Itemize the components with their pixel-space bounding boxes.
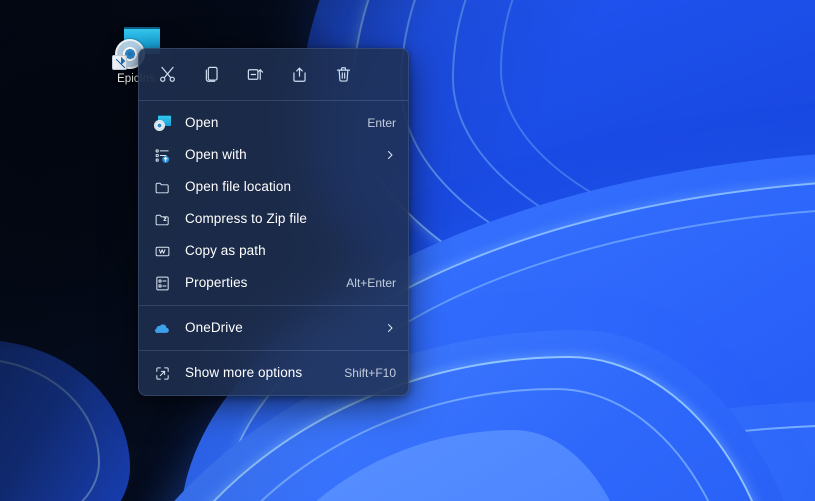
delete-button[interactable] [321,57,365,93]
context-menu[interactable]: Open Enter Open with Open file location … [138,48,409,396]
onedrive-cloud-icon [153,319,171,337]
menu-item-open[interactable]: Open Enter [139,107,408,139]
menu-group-more: Show more options Shift+F10 [139,351,408,395]
shortcut-arrow-badge-icon [112,55,127,70]
zip-folder-icon [153,210,171,228]
menu-item-open-file-location[interactable]: Open file location [139,171,408,203]
menu-item-copy-as-path[interactable]: Copy as path [139,235,408,267]
menu-item-label: Show more options [185,365,303,380]
chevron-right-icon [384,149,396,161]
menu-item-label: Open file location [185,179,292,194]
menu-item-properties[interactable]: Properties Alt+Enter [139,267,408,299]
copy-icon [202,65,221,84]
menu-item-label: Open [185,115,219,130]
rename-icon [246,65,265,84]
trash-icon [334,65,353,84]
menu-item-show-more-options[interactable]: Show more options Shift+F10 [139,357,408,389]
properties-icon [153,274,171,292]
desktop[interactable]: EpicIns Open Enter Open with Open file l… [0,0,815,501]
copy-button[interactable] [189,57,233,93]
menu-item-label: Properties [185,275,248,290]
menu-item-accelerator: Alt+Enter [346,276,396,290]
menu-item-label: Compress to Zip file [185,211,308,226]
scissors-icon [158,65,177,84]
menu-group-primary: Open Enter Open with Open file location … [139,101,408,305]
context-menu-command-bar[interactable] [139,49,408,100]
menu-item-compress-to-zip[interactable]: Compress to Zip file [139,203,408,235]
open-with-icon [153,146,171,164]
menu-item-label: Open with [185,147,247,162]
folder-icon [153,178,171,196]
menu-group-onedrive: OneDrive [139,306,408,350]
expand-options-icon [153,364,171,382]
menu-item-onedrive[interactable]: OneDrive [139,312,408,344]
menu-item-open-with[interactable]: Open with [139,139,408,171]
menu-item-label: Copy as path [185,243,266,258]
copy-path-icon [153,242,171,260]
chevron-right-icon [384,322,396,334]
cut-button[interactable] [145,57,189,93]
menu-item-label: OneDrive [185,320,243,335]
app-disc-icon [153,114,171,132]
menu-item-accelerator: Enter [367,116,396,130]
rename-button[interactable] [233,57,277,93]
menu-item-accelerator: Shift+F10 [344,366,396,380]
share-icon [290,65,309,84]
share-button[interactable] [277,57,321,93]
